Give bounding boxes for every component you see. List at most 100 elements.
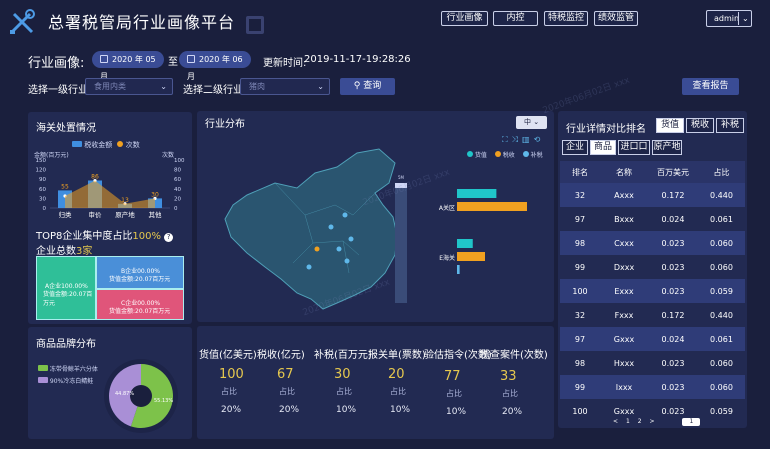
tab-goods-value[interactable]: 货值 bbox=[656, 118, 684, 133]
bar-view-icon[interactable]: ▥ bbox=[522, 135, 534, 144]
brand-title: 商品品牌分布 bbox=[36, 339, 96, 350]
brand-legend-2: 90%冷冻白鲭鲑 bbox=[38, 376, 93, 385]
app-title: 总署税管局行业画像平台 bbox=[48, 13, 236, 32]
donut-label-right: 55.13% bbox=[154, 398, 173, 404]
table-cell: 0.172 bbox=[648, 183, 698, 207]
legend-line-swatch bbox=[117, 141, 124, 147]
col-name: 名称 bbox=[600, 161, 648, 183]
ranking-title: 行业详情对比排名 bbox=[566, 124, 646, 135]
tab-origin[interactable]: 原产地 bbox=[652, 140, 682, 155]
nav-special-tax[interactable]: 特税监控 bbox=[544, 11, 588, 26]
enterprise-tile-a[interactable]: A企业100.00% 货值金额:20.07百万元 bbox=[36, 256, 96, 320]
user-menu[interactable]: admin ⌄ bbox=[706, 10, 752, 27]
query-button-label: 查询 bbox=[363, 81, 382, 91]
table-cell: 0.060 bbox=[698, 351, 745, 375]
nav-performance[interactable]: 绩效监管 bbox=[594, 11, 638, 26]
table-row[interactable]: 32 Axxx 0.172 0.440 bbox=[560, 183, 745, 207]
help-icon[interactable]: ? bbox=[164, 233, 174, 242]
left-tick-label: 120 bbox=[36, 168, 47, 174]
enterprise-tile-c[interactable]: C企业00.00% 货值金额:20.07百万元 bbox=[96, 289, 184, 320]
table-row[interactable]: 99 Ixxx 0.023 0.060 bbox=[560, 375, 745, 399]
view-report-button[interactable]: 查看报告 bbox=[682, 78, 739, 95]
nav-internal-control[interactable]: 内控 bbox=[493, 11, 538, 26]
tab-enterprise[interactable]: 企业 bbox=[562, 140, 588, 155]
table-row[interactable]: 98 Cxxx 0.023 0.060 bbox=[560, 231, 745, 255]
next-page-button[interactable]: > bbox=[649, 418, 654, 425]
date-to-value: 2020 年 06 月 bbox=[187, 55, 243, 81]
legend-dot-tax bbox=[494, 151, 501, 157]
table-row[interactable]: 98 Hxxx 0.023 0.060 bbox=[560, 351, 745, 375]
table-row[interactable]: 97 Bxxx 0.024 0.061 bbox=[560, 207, 745, 231]
distribution-title: 行业分布 bbox=[205, 119, 245, 130]
category-label: 原产地 bbox=[115, 210, 135, 219]
user-menu-divider bbox=[738, 12, 739, 25]
map-point bbox=[314, 246, 320, 252]
col-rank: 排名 bbox=[560, 161, 600, 183]
table-row[interactable]: 100 Exxx 0.023 0.059 bbox=[560, 279, 745, 303]
level1-select[interactable]: 食用内类 ⌄ bbox=[85, 78, 173, 95]
tab-tax[interactable]: 税收 bbox=[686, 118, 714, 133]
chevron-down-icon: ⌄ bbox=[317, 82, 324, 91]
table-cell: Dxxx bbox=[600, 255, 648, 279]
distribution-bar bbox=[457, 189, 497, 198]
table-cell: Axxx bbox=[600, 183, 648, 207]
page-input[interactable]: 1 bbox=[682, 418, 701, 426]
table-row[interactable]: 97 Gxxx 0.024 0.061 bbox=[560, 327, 745, 351]
tab-supplementary-tax[interactable]: 补税 bbox=[716, 118, 744, 133]
table-cell: 32 bbox=[560, 183, 600, 207]
date-from-picker[interactable]: 2020 年 05 月 bbox=[92, 51, 164, 81]
tile-b-value: 货值金额:20.07百万元 bbox=[109, 276, 171, 283]
table-row[interactable]: 99 Dxxx 0.023 0.060 bbox=[560, 255, 745, 279]
table-cell: 98 bbox=[560, 351, 600, 375]
tab-import-port[interactable]: 进口口 bbox=[618, 140, 650, 155]
distribution-bar bbox=[457, 202, 527, 211]
legend-swatch-purple bbox=[38, 377, 48, 383]
query-button[interactable]: ⚲ 查询 bbox=[340, 78, 395, 95]
ranking-table: 排名 名称 百万美元 占比 32 Axxx 0.172 0.440 97 Bxxx 0.02… bbox=[560, 161, 745, 423]
table-cell: 0.024 bbox=[648, 327, 698, 351]
scale-select[interactable]: 中 ⌄ bbox=[516, 116, 547, 129]
restore-icon[interactable]: ⟲ bbox=[534, 135, 545, 144]
table-cell: 0.023 bbox=[648, 231, 698, 255]
table-cell: 98 bbox=[560, 231, 600, 255]
table-cell: Fxxx bbox=[600, 303, 648, 327]
brand-panel: 商品品牌分布 冻带骨鲸羊六分体 90%冷冻白鲭鲑 44.87% 55.13% bbox=[28, 327, 192, 439]
tab-commodity[interactable]: 商品 bbox=[590, 140, 616, 155]
table-cell: 97 bbox=[560, 207, 600, 231]
top8-label: TOP8企业集中度占比 bbox=[36, 231, 133, 242]
page-2-button[interactable]: 2 bbox=[638, 418, 642, 425]
brand-legend-1-label: 冻带骨鲸羊六分体 bbox=[49, 366, 98, 373]
decorative-square-icon bbox=[246, 16, 264, 34]
nav-industry-profile[interactable]: 行业画像 bbox=[441, 11, 488, 26]
col-amount: 百万美元 bbox=[648, 161, 698, 183]
table-cell: 0.440 bbox=[698, 183, 745, 207]
page-1-button[interactable]: 1 bbox=[626, 418, 630, 425]
ranking-header-row: 排名 名称 百万美元 占比 bbox=[560, 161, 745, 183]
china-map[interactable]: 5M bbox=[217, 143, 439, 311]
zoom-icon[interactable]: ⛶ bbox=[502, 135, 512, 144]
table-cell: 100 bbox=[560, 399, 600, 423]
chevron-down-icon: ⌄ bbox=[742, 14, 749, 23]
map-point bbox=[306, 264, 312, 270]
calendar-icon bbox=[187, 55, 195, 63]
table-cell: 100 bbox=[560, 279, 600, 303]
table-cell: 99 bbox=[560, 255, 600, 279]
enterprise-tile-b[interactable]: B企业00.00% 货值金额:20.07百万元 bbox=[96, 256, 184, 289]
table-cell: 0.060 bbox=[698, 231, 745, 255]
scale-select-value: 中 bbox=[524, 118, 531, 126]
left-tick-label: 30 bbox=[39, 196, 46, 202]
customs-legend: 税收金额 次数 bbox=[72, 140, 140, 150]
legend-dot-goods bbox=[467, 151, 473, 157]
updated-label: 更新时间: bbox=[263, 58, 307, 69]
map-point bbox=[336, 246, 342, 252]
level2-select[interactable]: 猪肉 ⌄ bbox=[240, 78, 330, 95]
table-cell: Cxxx bbox=[600, 231, 648, 255]
date-to-picker[interactable]: 2020 年 06 月 bbox=[179, 51, 251, 81]
map-point bbox=[342, 212, 348, 218]
table-row[interactable]: 32 Fxxx 0.172 0.440 bbox=[560, 303, 745, 327]
top8-value: 100% bbox=[132, 231, 161, 242]
level2-label: 选择二级行业: bbox=[183, 85, 247, 96]
right-tick-label: 20 bbox=[174, 196, 181, 202]
pan-icon[interactable]: ⤨ bbox=[512, 135, 522, 144]
prev-page-button[interactable]: < bbox=[613, 418, 618, 425]
